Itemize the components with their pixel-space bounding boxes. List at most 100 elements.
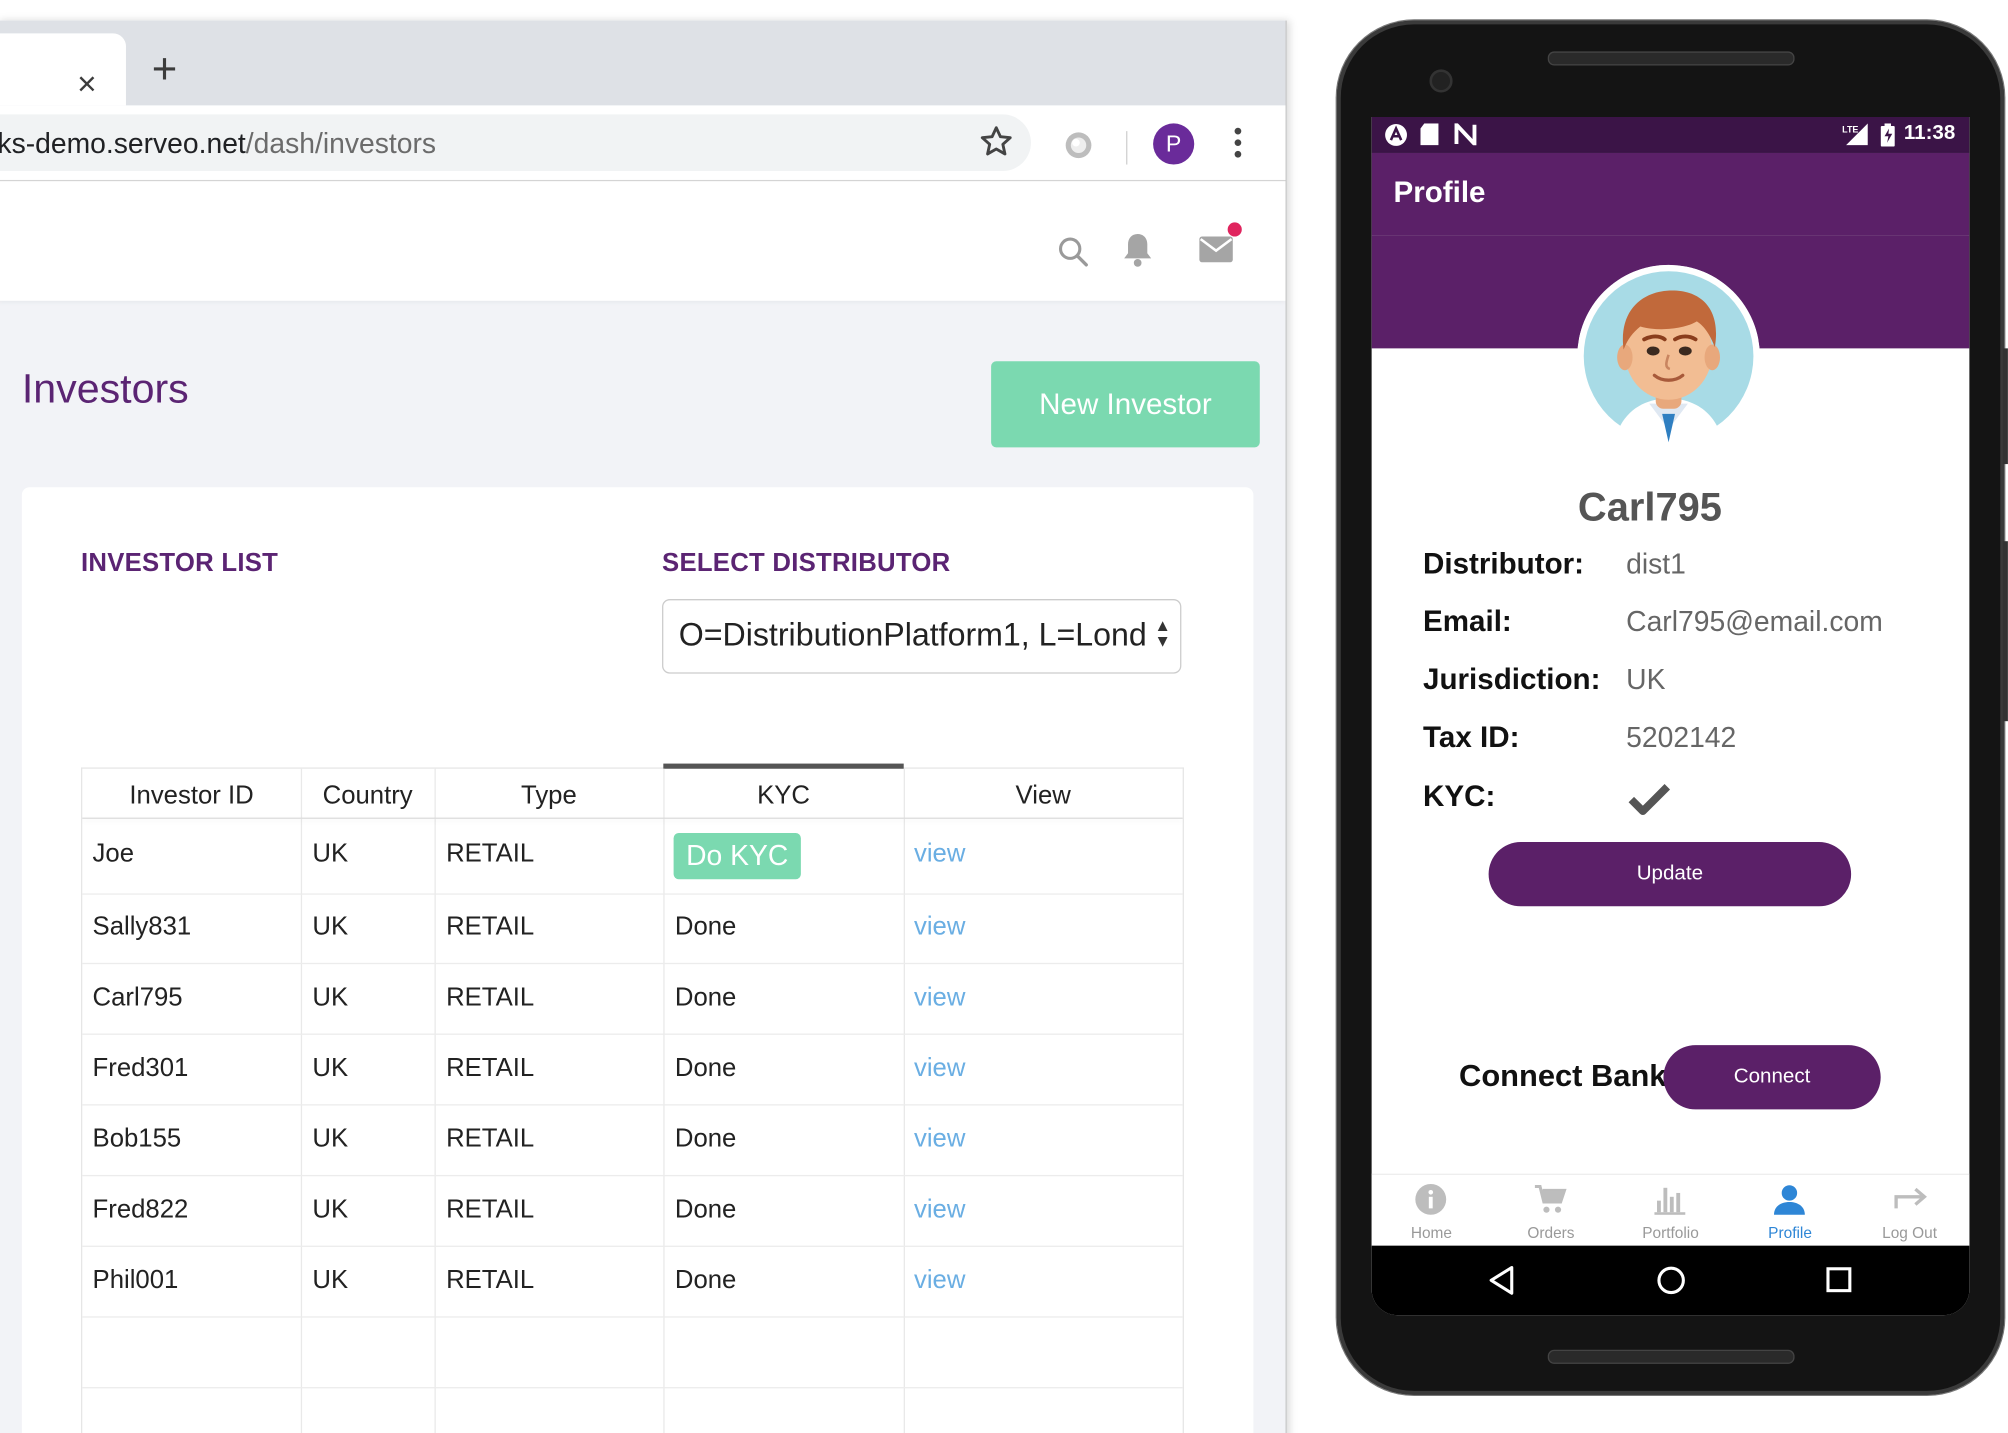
distributor-value: dist1 [1626, 547, 1686, 580]
country-cell: UK [312, 1124, 349, 1154]
country-cell: UK [312, 1266, 349, 1295]
investor-table: Investor ID Country Type KYC View Joe UK… [80, 763, 1184, 1433]
do-kyc-button[interactable]: Do KYC [673, 833, 801, 880]
recents-square-icon[interactable] [1825, 1266, 1853, 1301]
nav-home[interactable]: Home [1372, 1175, 1492, 1247]
table-row: Joe UK RETAIL Do KYC view [82, 820, 1183, 895]
table-row: Fred301 UK RETAIL Done view [82, 1035, 1183, 1106]
sd-card-icon [1420, 123, 1439, 151]
nav-logout[interactable]: Log Out [1850, 1175, 1970, 1247]
view-link[interactable]: view [914, 983, 965, 1013]
column-header-kyc[interactable]: KYC [663, 769, 903, 818]
url-path: /dash/investors [245, 127, 437, 160]
view-link[interactable]: view [914, 1054, 965, 1084]
select-arrows-icon: ▲ ▼ [1154, 615, 1171, 651]
kyc-status-cell: Done [674, 1266, 737, 1295]
person-icon [1773, 1183, 1806, 1223]
distributor-select[interactable]: O=DistributionPlatform1, L=Lond ▲ ▼ [662, 599, 1182, 674]
empty-table-row [82, 1318, 1183, 1389]
home-circle-icon[interactable] [1656, 1265, 1687, 1302]
investor-id-cell: Joe [92, 839, 135, 868]
kyc-label: KYC: [1423, 779, 1496, 813]
table-row: Phil001 UK RETAIL Done view [82, 1247, 1183, 1318]
table-row: Fred822 UK RETAIL Done view [82, 1176, 1183, 1247]
browser-window: × + ks-demo.serveo.net/dash/investors P [0, 20, 1287, 1433]
nav-profile[interactable]: Profile [1730, 1175, 1850, 1247]
app-header [0, 181, 1286, 301]
app-bar-title: Profile [1393, 174, 1486, 209]
country-cell: UK [312, 983, 349, 1012]
column-header-view[interactable]: View [904, 769, 1183, 818]
table-row: Carl795 UK RETAIL Done view [82, 964, 1183, 1035]
nav-label: Orders [1527, 1223, 1575, 1242]
tax-id-label: Tax ID: [1423, 719, 1520, 754]
nav-portfolio[interactable]: Portfolio [1611, 1175, 1731, 1247]
nav-label: Profile [1768, 1223, 1812, 1242]
view-link[interactable]: view [914, 1266, 965, 1296]
country-cell: UK [312, 839, 349, 868]
view-link[interactable]: view [914, 1196, 965, 1226]
country-cell: UK [312, 1054, 349, 1083]
url-text[interactable]: ks-demo.serveo.net/dash/investors [0, 127, 436, 160]
back-icon[interactable] [1487, 1265, 1515, 1302]
type-cell: RETAIL [446, 839, 535, 868]
type-cell: RETAIL [446, 1195, 535, 1224]
new-tab-button[interactable]: + [152, 46, 178, 92]
header-divider [82, 817, 1183, 819]
search-icon[interactable] [1057, 235, 1090, 275]
column-header-investor-id[interactable]: Investor ID [82, 769, 301, 818]
investor-id-cell: Bob155 [92, 1124, 182, 1154]
unread-indicator-dot [1227, 222, 1242, 237]
jurisdiction-value: UK [1626, 663, 1666, 696]
email-value: Carl795@email.com [1626, 605, 1883, 638]
column-header-country[interactable]: Country [301, 769, 435, 818]
connect-button[interactable]: Connect [1663, 1045, 1881, 1110]
phone-screen: LTE 11:38 Profile Carl795 Distributor: d… [1371, 116, 1970, 1316]
view-link[interactable]: view [914, 839, 965, 869]
phone-power-button [2002, 348, 2008, 465]
table-row: Sally831 UK RETAIL Done view [82, 893, 1183, 965]
kyc-status-cell: Done [674, 1124, 737, 1154]
type-cell: RETAIL [446, 983, 535, 1012]
new-investor-button[interactable]: New Investor [991, 361, 1260, 448]
address-bar[interactable]: ks-demo.serveo.net/dash/investors [0, 114, 1031, 171]
phone-volume-button [2002, 541, 2008, 722]
app-notification-icon [1384, 123, 1407, 153]
nav-label: Home [1410, 1223, 1452, 1242]
country-cell: UK [312, 912, 349, 941]
notification-bell-icon[interactable] [1121, 230, 1154, 275]
bar-chart-icon [1653, 1183, 1686, 1223]
browser-toolbar: ks-demo.serveo.net/dash/investors P [0, 105, 1286, 182]
type-cell: RETAIL [446, 1266, 535, 1295]
url-host: ks-demo.serveo.net [0, 127, 246, 160]
nfc-icon [1454, 119, 1477, 151]
phone-earpiece [1547, 51, 1795, 66]
status-bar: LTE 11:38 [1371, 116, 1970, 153]
view-link[interactable]: view [914, 1125, 965, 1155]
browser-menu-icon[interactable] [1232, 126, 1245, 166]
investor-list-card: INVESTOR LIST SELECT DISTRIBUTOR O=Distr… [21, 487, 1254, 1433]
close-tab-icon[interactable]: × [77, 64, 97, 103]
investor-id-cell: Sally831 [92, 912, 192, 941]
type-cell: RETAIL [446, 912, 535, 941]
mail-icon[interactable] [1198, 235, 1234, 270]
extension-icon[interactable] [1064, 131, 1092, 166]
connect-bank-label: Connect Bank [1459, 1059, 1667, 1094]
distributor-select-value: O=DistributionPlatform1, L=Lond [678, 617, 1147, 654]
column-header-type[interactable]: Type [434, 769, 663, 818]
bookmark-star-icon[interactable] [977, 122, 1016, 167]
nav-orders[interactable]: Orders [1491, 1175, 1611, 1247]
select-distributor-heading: SELECT DISTRIBUTOR [662, 548, 951, 578]
browser-tab[interactable]: × [0, 33, 126, 106]
browser-profile-avatar[interactable]: P [1153, 123, 1195, 165]
bottom-navigation: Home Orders Portfolio Profile Log Out [1371, 1173, 1970, 1247]
status-time: 11:38 [1903, 122, 1956, 144]
kyc-checkmark-icon [1627, 783, 1671, 823]
toolbar-divider [1126, 131, 1128, 165]
update-button[interactable]: Update [1488, 842, 1852, 907]
view-link[interactable]: view [914, 913, 965, 943]
kyc-status-cell: Done [674, 1054, 737, 1083]
android-navigation-bar [1371, 1245, 1970, 1316]
type-cell: RETAIL [446, 1124, 535, 1154]
distributor-label: Distributor: [1423, 546, 1585, 580]
